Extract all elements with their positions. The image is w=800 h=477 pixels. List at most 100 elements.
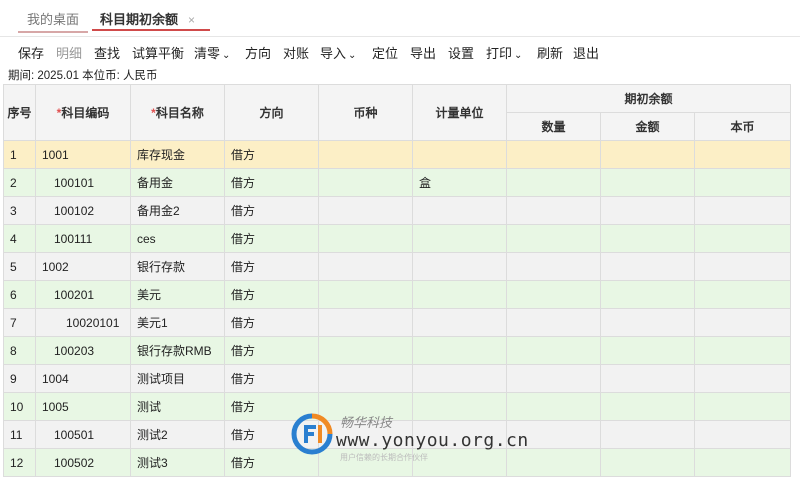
cell-currency[interactable] bbox=[318, 280, 413, 309]
cell-code[interactable]: 100201 bbox=[35, 280, 131, 309]
cell-local-currency[interactable] bbox=[693, 448, 792, 477]
toolbar-item-4[interactable]: 清零 ⌄ bbox=[194, 43, 230, 62]
cell-amount[interactable] bbox=[600, 420, 695, 449]
close-icon[interactable]: × bbox=[188, 13, 195, 27]
toolbar-item-1[interactable]: 明细 bbox=[56, 43, 82, 62]
cell-code[interactable]: 100101 bbox=[35, 168, 131, 197]
cell-quantity[interactable] bbox=[506, 140, 601, 169]
cell-seq[interactable]: 7 bbox=[3, 308, 36, 337]
cell-direction[interactable]: 借方 bbox=[224, 196, 319, 225]
cell-name[interactable]: 备用金 bbox=[130, 168, 225, 197]
cell-currency[interactable] bbox=[318, 252, 413, 281]
cell-code[interactable]: 100111 bbox=[35, 224, 131, 253]
cell-quantity[interactable] bbox=[506, 280, 601, 309]
cell-unit[interactable] bbox=[412, 252, 507, 281]
table-row[interactable]: 3 100102 备用金2 借方 bbox=[3, 196, 792, 225]
table-row[interactable]: 2 100101 备用金 借方 盒 bbox=[3, 168, 792, 197]
cell-seq[interactable]: 12 bbox=[3, 448, 36, 477]
cell-name[interactable]: ces bbox=[130, 224, 225, 253]
cell-unit[interactable] bbox=[412, 308, 507, 337]
cell-amount[interactable] bbox=[600, 140, 695, 169]
cell-currency[interactable] bbox=[318, 364, 413, 393]
cell-local-currency[interactable] bbox=[693, 196, 792, 225]
cell-amount[interactable] bbox=[600, 196, 695, 225]
cell-code[interactable]: 1002 bbox=[35, 252, 131, 281]
cell-code[interactable]: 100203 bbox=[35, 336, 131, 365]
cell-seq[interactable]: 4 bbox=[3, 224, 36, 253]
cell-amount[interactable] bbox=[600, 224, 695, 253]
cell-seq[interactable]: 1 bbox=[3, 140, 36, 169]
col-header-code[interactable]: *科目编码 bbox=[35, 84, 131, 141]
toolbar-item-2[interactable]: 查找 bbox=[94, 43, 120, 62]
cell-quantity[interactable] bbox=[506, 168, 601, 197]
cell-code[interactable]: 100102 bbox=[35, 196, 131, 225]
table-row[interactable]: 9 1004 测试项目 借方 bbox=[3, 364, 792, 393]
table-row[interactable]: 4 100111 ces 借方 bbox=[3, 224, 792, 253]
cell-amount[interactable] bbox=[600, 448, 695, 477]
cell-name[interactable]: 库存现金 bbox=[130, 140, 225, 169]
cell-amount[interactable] bbox=[600, 252, 695, 281]
cell-amount[interactable] bbox=[600, 168, 695, 197]
tab-opening-balance[interactable]: 科目期初余额 × bbox=[92, 9, 210, 31]
col-header-name[interactable]: *科目名称 bbox=[130, 84, 225, 141]
cell-currency[interactable] bbox=[318, 224, 413, 253]
cell-direction[interactable]: 借方 bbox=[224, 364, 319, 393]
table-row[interactable]: 7 10020101 美元1 借方 bbox=[3, 308, 792, 337]
cell-name[interactable]: 测试项目 bbox=[130, 364, 225, 393]
cell-direction[interactable]: 借方 bbox=[224, 336, 319, 365]
cell-currency[interactable] bbox=[318, 336, 413, 365]
cell-unit[interactable] bbox=[412, 336, 507, 365]
cell-local-currency[interactable] bbox=[693, 420, 792, 449]
cell-unit[interactable] bbox=[412, 140, 507, 169]
cell-local-currency[interactable] bbox=[693, 308, 792, 337]
cell-quantity[interactable] bbox=[506, 252, 601, 281]
cell-direction[interactable]: 借方 bbox=[224, 280, 319, 309]
cell-quantity[interactable] bbox=[506, 308, 601, 337]
cell-quantity[interactable] bbox=[506, 364, 601, 393]
table-row[interactable]: 8 100203 银行存款RMB 借方 bbox=[3, 336, 792, 365]
cell-quantity[interactable] bbox=[506, 196, 601, 225]
cell-name[interactable]: 美元 bbox=[130, 280, 225, 309]
cell-name[interactable]: 备用金2 bbox=[130, 196, 225, 225]
cell-amount[interactable] bbox=[600, 336, 695, 365]
cell-seq[interactable]: 8 bbox=[3, 336, 36, 365]
cell-code[interactable]: 1005 bbox=[35, 392, 131, 421]
cell-local-currency[interactable] bbox=[693, 336, 792, 365]
toolbar-item-8[interactable]: 定位 bbox=[372, 43, 398, 62]
cell-unit[interactable] bbox=[412, 364, 507, 393]
cell-local-currency[interactable] bbox=[693, 364, 792, 393]
cell-currency[interactable] bbox=[318, 308, 413, 337]
cell-direction[interactable]: 借方 bbox=[224, 140, 319, 169]
toolbar-item-5[interactable]: 方向 bbox=[245, 43, 271, 62]
cell-code[interactable]: 1001 bbox=[35, 140, 131, 169]
cell-local-currency[interactable] bbox=[693, 168, 792, 197]
cell-amount[interactable] bbox=[600, 280, 695, 309]
cell-local-currency[interactable] bbox=[693, 280, 792, 309]
cell-amount[interactable] bbox=[600, 308, 695, 337]
table-row[interactable]: 1 1001 库存现金 借方 bbox=[3, 140, 792, 169]
cell-code[interactable]: 100502 bbox=[35, 448, 131, 477]
col-header-direction[interactable]: 方向 bbox=[224, 84, 319, 141]
toolbar-item-7[interactable]: 导入 ⌄ bbox=[320, 43, 356, 62]
cell-unit[interactable] bbox=[412, 280, 507, 309]
cell-seq[interactable]: 2 bbox=[3, 168, 36, 197]
toolbar-item-3[interactable]: 试算平衡 bbox=[132, 43, 184, 62]
cell-code[interactable]: 100501 bbox=[35, 420, 131, 449]
toolbar-item-11[interactable]: 打印 ⌄ bbox=[486, 43, 522, 62]
cell-direction[interactable]: 借方 bbox=[224, 168, 319, 197]
cell-name[interactable]: 银行存款RMB bbox=[130, 336, 225, 365]
cell-local-currency[interactable] bbox=[693, 392, 792, 421]
cell-currency[interactable] bbox=[318, 196, 413, 225]
cell-name[interactable]: 美元1 bbox=[130, 308, 225, 337]
cell-local-currency[interactable] bbox=[693, 224, 792, 253]
cell-direction[interactable]: 借方 bbox=[224, 308, 319, 337]
cell-amount[interactable] bbox=[600, 364, 695, 393]
toolbar-item-10[interactable]: 设置 bbox=[448, 43, 474, 62]
cell-seq[interactable]: 6 bbox=[3, 280, 36, 309]
col-header-quantity[interactable]: 数量 bbox=[506, 112, 601, 141]
cell-seq[interactable]: 9 bbox=[3, 364, 36, 393]
toolbar-item-6[interactable]: 对账 bbox=[283, 43, 309, 62]
cell-unit[interactable]: 盒 bbox=[412, 168, 507, 197]
cell-seq[interactable]: 5 bbox=[3, 252, 36, 281]
cell-quantity[interactable] bbox=[506, 336, 601, 365]
